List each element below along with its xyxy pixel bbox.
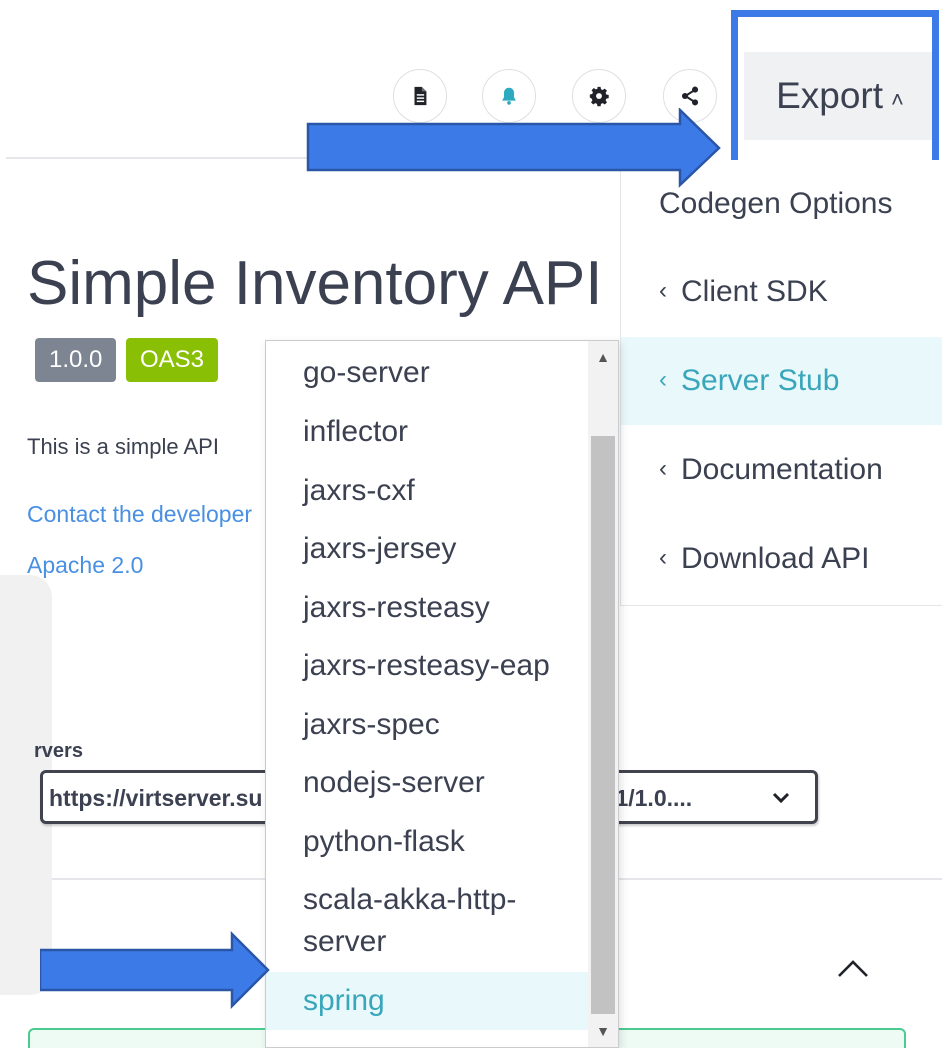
menu-item-documentation[interactable]: ‹ Documentation: [621, 426, 942, 514]
bell-icon: [502, 87, 516, 105]
page-title: Simple Inventory API: [27, 249, 603, 318]
version-badge: 1.0.0: [35, 338, 117, 382]
list-item-line: server: [303, 925, 387, 958]
list-item[interactable]: jaxrs-resteasy-eap: [266, 646, 588, 686]
spec-badge: OAS3: [126, 338, 219, 382]
list-item-line: scala-akka-http-: [303, 883, 517, 916]
gear-icon: [589, 86, 609, 107]
export-highlight-box: [731, 10, 939, 180]
list-item[interactable]: nodejs-server: [266, 763, 588, 803]
servers-label: rvers: [34, 740, 83, 762]
list-item[interactable]: jaxrs-jersey: [266, 529, 588, 569]
list-item[interactable]: inflector: [266, 412, 588, 452]
menu-item-server-stub[interactable]: ‹ Server Stub: [621, 337, 942, 425]
list-item[interactable]: python-flask: [266, 822, 588, 862]
list-item[interactable]: scala-akka-http- server: [266, 879, 588, 963]
menu-item-label: Server Stub: [681, 364, 840, 397]
scrollbar-thumb[interactable]: [591, 436, 615, 1014]
menu-item-label: Client SDK: [681, 275, 828, 308]
codegen-options-label: Codegen Options: [659, 187, 893, 220]
menu-item-download-api[interactable]: ‹ Download API: [621, 515, 942, 603]
license-link[interactable]: Apache 2.0: [27, 552, 143, 579]
list-item[interactable]: go-server: [266, 353, 588, 393]
chevron-left-icon: ‹: [659, 277, 667, 304]
chevron-left-icon: ‹: [659, 366, 667, 393]
list-item[interactable]: jaxrs-cxf: [266, 471, 588, 511]
servers-value-start: https://virtserver.su: [49, 785, 263, 811]
contact-link[interactable]: Contact the developer: [27, 501, 252, 528]
menu-item-label: Documentation: [681, 453, 883, 486]
chevron-left-icon: ‹: [659, 544, 667, 571]
menu-item-client-sdk[interactable]: ‹ Client SDK: [621, 248, 942, 336]
server-stub-listbox[interactable]: go-server inflector jaxrs-cxf jaxrs-jers…: [265, 340, 619, 1048]
annotation-arrow-export: [306, 108, 721, 188]
document-icon: [414, 86, 427, 106]
share-icon: [681, 86, 699, 106]
chevron-down-icon: [772, 792, 790, 804]
chevron-up-icon[interactable]: [836, 950, 870, 984]
list-item-selected[interactable]: spring: [266, 972, 588, 1030]
scroll-up-icon[interactable]: ▲: [593, 349, 613, 365]
scroll-down-icon[interactable]: ▼: [593, 1023, 613, 1039]
list-item[interactable]: jaxrs-spec: [266, 705, 588, 745]
chevron-left-icon: ‹: [659, 455, 667, 482]
menu-item-label: Download API: [681, 542, 870, 575]
api-description: This is a simple API: [27, 434, 219, 459]
list-item[interactable]: jaxrs-resteasy: [266, 588, 588, 628]
annotation-arrow-spring: [40, 930, 270, 1010]
export-menu: Codegen Options ‹ Client SDK ‹ Server St…: [620, 160, 942, 606]
